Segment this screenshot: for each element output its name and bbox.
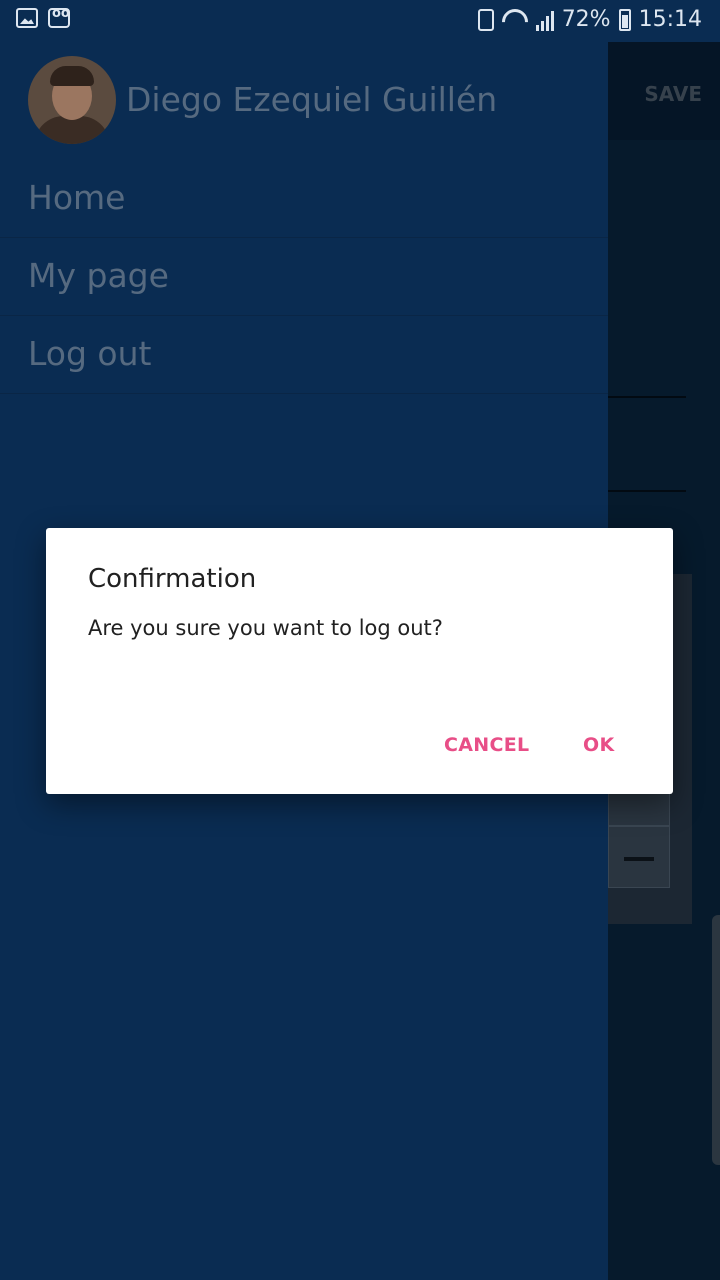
drawer-header: Diego Ezequiel Guillén (0, 42, 608, 160)
avatar (28, 56, 116, 144)
wifi-icon (502, 9, 528, 31)
voicemail-icon (48, 6, 70, 28)
menu-item-label: Home (28, 178, 126, 217)
battery-saver-icon (477, 8, 494, 31)
gallery-icon (16, 8, 38, 28)
status-bar: 72% 15:14 (0, 0, 720, 42)
form-divider (608, 396, 686, 398)
save-button[interactable]: SAVE (644, 82, 702, 106)
menu-item-home[interactable]: Home (0, 160, 608, 238)
ok-button[interactable]: OK (583, 734, 614, 756)
dialog-title: Confirmation (88, 564, 257, 594)
menu-item-label: My page (28, 256, 169, 295)
battery-percent: 72% (561, 7, 611, 32)
signal-icon (535, 9, 554, 31)
zoom-out-button[interactable] (608, 826, 670, 888)
menu-item-my-page[interactable]: My page (0, 238, 608, 316)
cancel-button[interactable]: CANCEL (444, 734, 529, 756)
menu-item-log-out[interactable]: Log out (0, 316, 608, 394)
app-toolbar: SAVE (608, 42, 720, 140)
form-divider (608, 490, 686, 492)
confirmation-dialog: Confirmation Are you sure you want to lo… (46, 528, 673, 794)
dialog-message: Are you sure you want to log out? (88, 616, 443, 640)
clock: 15:14 (638, 7, 702, 32)
drawer-menu: Home My page Log out (0, 160, 608, 394)
status-system: 72% 15:14 (477, 7, 702, 32)
battery-icon (618, 8, 631, 31)
menu-item-label: Log out (28, 334, 152, 373)
edge-panel-handle[interactable] (712, 915, 720, 1165)
status-notifications (16, 6, 70, 28)
user-name: Diego Ezequiel Guillén (126, 80, 498, 119)
